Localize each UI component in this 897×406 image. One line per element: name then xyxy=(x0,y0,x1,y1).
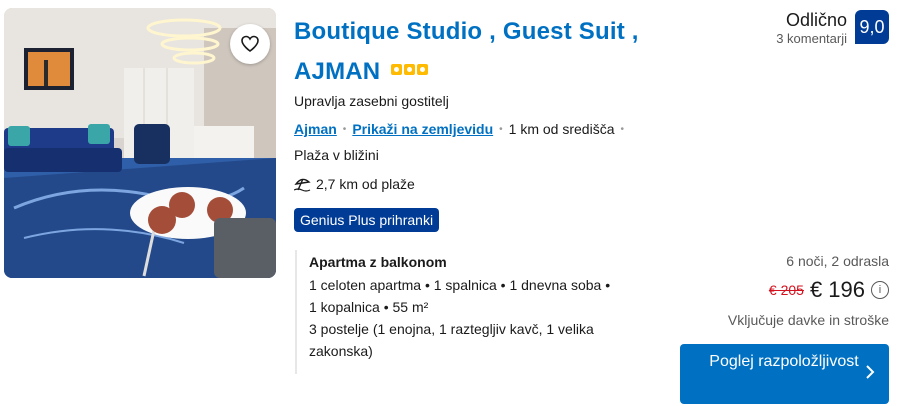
room-summary-line: 1 celoten apartma • 1 spalnica • 1 dnevn… xyxy=(309,277,611,293)
heart-icon xyxy=(241,35,259,52)
star-icon xyxy=(404,64,416,76)
room-beds-line: 3 postelje (1 enojna, 1 raztegljiv kavč,… xyxy=(309,321,594,337)
star-icon xyxy=(391,64,403,76)
favorite-button[interactable] xyxy=(230,24,270,64)
property-title[interactable]: Boutique Studio , Guest Suit , AJMAN xyxy=(294,12,694,92)
review-score: 9,0 xyxy=(855,10,889,44)
center-distance: 1 km od središča xyxy=(508,121,615,137)
room-summary-line: 1 kopalnica • 55 m² xyxy=(309,299,429,315)
room-beds-line: zakonska) xyxy=(309,343,373,359)
separator-dot: • xyxy=(620,123,625,135)
see-availability-button[interactable]: Poglej razpoložljivost xyxy=(680,344,889,404)
stay-info: 6 noči, 2 odrasla xyxy=(786,253,889,269)
review-block[interactable]: Odlično 3 komentarji 9,0 xyxy=(776,9,889,46)
info-icon[interactable]: i xyxy=(871,281,889,299)
chevron-right-icon xyxy=(866,365,875,379)
separator-dot: • xyxy=(499,123,503,135)
star-icon xyxy=(417,64,429,76)
price-block: € 205 € 196 i xyxy=(769,277,889,303)
property-photo[interactable] xyxy=(4,8,276,278)
beach-note: Plaža v bližini xyxy=(294,147,379,163)
beach-distance: 2,7 km od plaže xyxy=(316,176,415,192)
see-availability-label: Poglej razpoložljivost xyxy=(709,353,859,370)
star-rating xyxy=(391,64,429,76)
location-row: Ajman • Prikaži na zemljevidu • 1 km od … xyxy=(294,121,630,137)
separator-dot: • xyxy=(342,123,347,135)
taxes-note: Vključuje davke in stroške xyxy=(727,312,889,328)
room-details: Apartma z balkonom 1 celoten apartma • 1… xyxy=(295,250,669,374)
current-price: € 196 xyxy=(809,277,865,302)
property-title-text[interactable]: Boutique Studio , Guest Suit , AJMAN xyxy=(294,18,639,85)
review-label: Odlično xyxy=(785,10,847,30)
host-type: Upravlja zasebni gostitelj xyxy=(294,93,449,109)
original-price: € 205 xyxy=(768,282,804,298)
review-count: 3 komentarji xyxy=(776,31,847,46)
show-on-map-link[interactable]: Prikaži na zemljevidu xyxy=(352,121,493,137)
beach-distance-row: 2,7 km od plaže xyxy=(294,176,415,192)
room-name: Apartma z balkonom xyxy=(309,254,447,270)
beach-umbrella-icon xyxy=(294,178,311,192)
genius-badge: Genius Plus prihranki xyxy=(294,208,440,232)
location-link[interactable]: Ajman xyxy=(294,121,337,137)
